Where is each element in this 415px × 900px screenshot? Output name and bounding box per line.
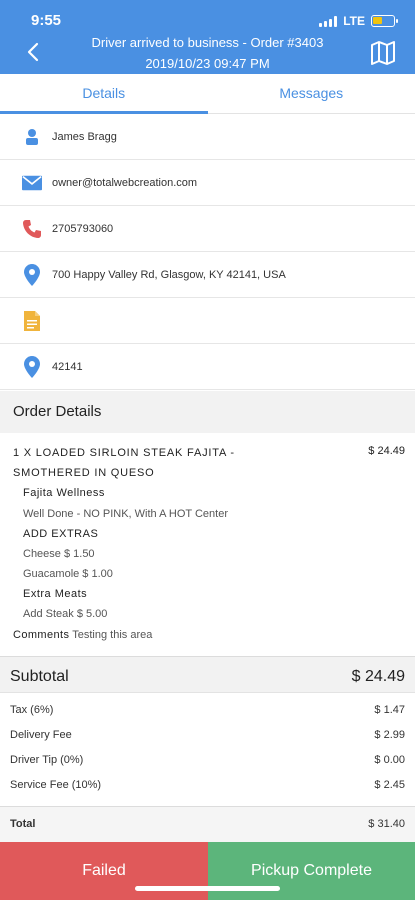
tab-details[interactable]: Details: [0, 74, 208, 114]
home-indicator[interactable]: [135, 886, 280, 891]
item-option-group: ADD EXTRAS: [23, 528, 99, 540]
customer-email[interactable]: owner@totalwebcreation.com: [52, 177, 197, 189]
order-details-heading: Order Details: [0, 391, 415, 433]
location-pin-icon: [22, 355, 42, 378]
item-option: Cheese $ 1.50: [23, 548, 95, 560]
customer-zip: 42141: [52, 360, 83, 373]
total-label: Total: [10, 818, 36, 830]
delivery-fee-value: $ 2.99: [374, 729, 405, 741]
tax-label: Tax (6%): [10, 704, 54, 716]
back-button[interactable]: [20, 38, 48, 66]
customer-name: James Bragg: [52, 130, 117, 143]
tab-messages[interactable]: Messages: [208, 74, 415, 113]
tax-row: Tax (6%) $ 1.47: [0, 700, 415, 722]
driver-tip-label: Driver Tip (0%): [10, 754, 84, 766]
info-row-name: James Bragg: [0, 114, 415, 160]
order-item: 1 X LOADED SIRLOIN STEAK FAJITA - SMOTHE…: [0, 433, 415, 657]
driver-tip-value: $ 0.00: [374, 754, 405, 766]
info-row-note: [0, 298, 415, 344]
service-fee-value: $ 2.45: [374, 779, 405, 791]
subtotal-label: Subtotal: [10, 668, 69, 685]
map-button[interactable]: [369, 40, 397, 66]
order-comments: Comments Testing this area: [13, 629, 152, 641]
map-icon: [371, 41, 395, 65]
comments-label: Comments: [13, 629, 70, 641]
comments-text: Testing this area: [72, 629, 153, 641]
delivery-fee-row: Delivery Fee $ 2.99: [0, 725, 415, 747]
info-row-zip: 42141: [0, 344, 415, 390]
failed-button[interactable]: Failed: [0, 842, 208, 900]
tab-bar: Details Messages: [0, 74, 415, 114]
signal-icon: [319, 15, 338, 27]
battery-icon: [371, 15, 398, 27]
item-price: $ 24.49: [368, 445, 405, 457]
info-row-email: owner@totalwebcreation.com: [0, 160, 415, 206]
status-indicators: LTE: [319, 14, 398, 28]
app-header: 9:55 LTE Driver arrived to business - Or…: [0, 0, 415, 74]
location-pin-icon: [22, 263, 42, 286]
service-fee-row: Service Fee (10%) $ 2.45: [0, 775, 415, 797]
phone-icon: [22, 219, 42, 239]
status-time: 9:55: [31, 12, 62, 29]
action-bar: Failed Pickup Complete: [0, 842, 415, 900]
tax-value: $ 1.47: [374, 704, 405, 716]
item-option: Add Steak $ 5.00: [23, 608, 108, 620]
network-label: LTE: [343, 14, 365, 28]
person-icon: [22, 127, 42, 147]
customer-address[interactable]: 700 Happy Valley Rd, Glasgow, KY 42141, …: [52, 269, 286, 281]
item-option-group: Fajita Wellness: [23, 487, 105, 499]
item-option: Well Done - NO PINK, With A HOT Center: [23, 508, 228, 520]
item-option: Guacamole $ 1.00: [23, 568, 113, 580]
pickup-complete-button[interactable]: Pickup Complete: [208, 842, 415, 900]
delivery-fee-label: Delivery Fee: [10, 729, 72, 741]
service-fee-label: Service Fee (10%): [10, 779, 102, 791]
item-name: 1 X LOADED SIRLOIN STEAK FAJITA - SMOTHE…: [13, 447, 235, 479]
status-bar: 9:55 LTE: [0, 0, 415, 40]
header-datetime: 2019/10/23 09:47 PM: [145, 56, 270, 71]
header-title: Driver arrived to business - Order #3403: [91, 35, 324, 50]
chevron-left-icon: [27, 42, 39, 62]
item-option-group: Extra Meats: [23, 588, 88, 600]
customer-info-list: James Bragg owner@totalwebcreation.com 2…: [0, 114, 415, 390]
total-row: Total $ 31.40: [0, 806, 415, 842]
driver-tip-row: Driver Tip (0%) $ 0.00: [0, 750, 415, 772]
document-icon: [22, 310, 42, 331]
total-value: $ 31.40: [368, 818, 405, 830]
info-row-address: 700 Happy Valley Rd, Glasgow, KY 42141, …: [0, 252, 415, 298]
info-row-phone: 2705793060: [0, 206, 415, 252]
email-icon: [22, 173, 42, 193]
subtotal-row: Subtotal $ 24.49: [0, 657, 415, 693]
customer-phone[interactable]: 2705793060: [52, 223, 113, 235]
subtotal-value: $ 24.49: [351, 668, 405, 685]
